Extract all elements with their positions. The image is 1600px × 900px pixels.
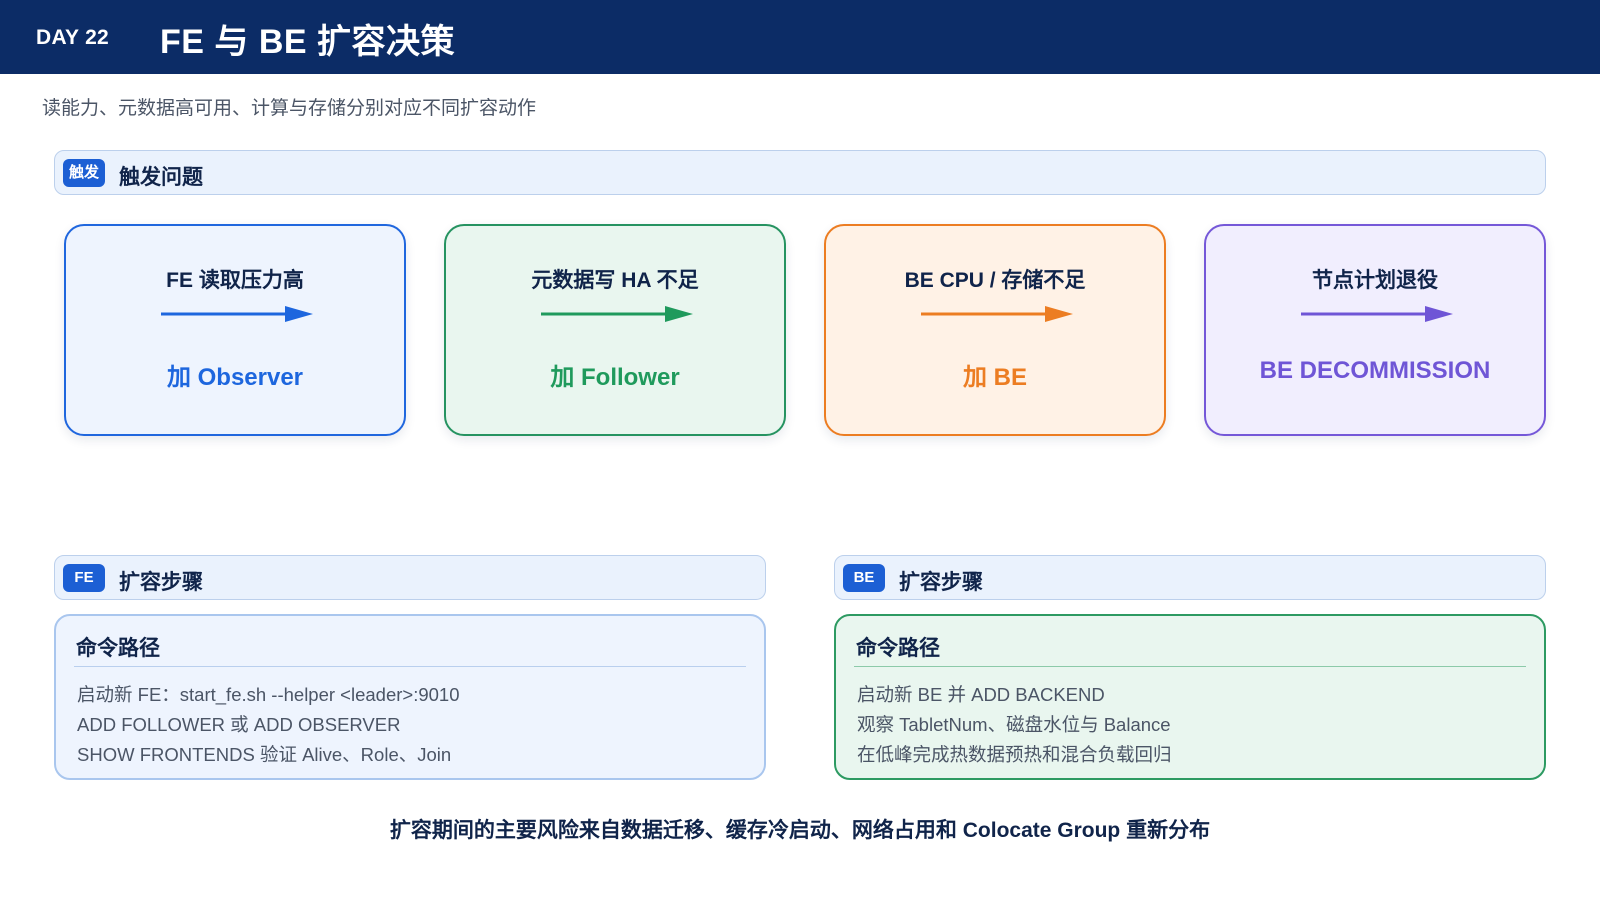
- card-fe-read-pressure: FE 读取压力高 加 Observer: [64, 224, 406, 436]
- footer-note: 扩容期间的主要风险来自数据迁移、缓存冷启动、网络占用和 Colocate Gro…: [389, 819, 1211, 842]
- page-subtitle: 读能力、元数据高可用、计算与存储分别对应不同扩容动作: [42, 98, 537, 119]
- card-be-cpu-storage: BE CPU / 存储不足 加 BE: [824, 224, 1166, 436]
- page-title: FE 与 BE 扩容决策: [160, 23, 456, 61]
- fe-tag: FE: [63, 564, 105, 592]
- panel-title: 命令路径: [76, 637, 160, 660]
- header-bar: DAY 22 FE 与 BE 扩容决策: [0, 0, 1600, 74]
- arrow-right-icon: [541, 306, 693, 322]
- card-title: BE CPU / 存储不足: [904, 269, 1086, 292]
- step-item: 启动新 BE 并 ADD BACKEND: [857, 684, 1105, 705]
- card-action: 加 Observer: [166, 364, 304, 391]
- card-action: BE DECOMMISSION: [1259, 357, 1491, 384]
- be-section-header: BE 扩容步骤: [834, 555, 1546, 600]
- day-label: DAY 22: [36, 26, 110, 49]
- be-command-panel: 命令路径 启动新 BE 并 ADD BACKEND 观察 TabletNum、磁…: [834, 614, 1546, 780]
- step-item: 观察 TabletNum、磁盘水位与 Balance: [857, 714, 1171, 735]
- fe-section-label: 扩容步骤: [119, 571, 203, 594]
- card-node-retire: 节点计划退役 BE DECOMMISSION: [1204, 224, 1546, 436]
- step-item: 在低峰完成热数据预热和混合负载回归: [857, 744, 1172, 765]
- panel-title: 命令路径: [856, 637, 940, 660]
- fe-command-panel: 命令路径 启动新 FE：start_fe.sh --helper <leader…: [54, 614, 766, 780]
- trigger-section-header: 触发 触发问题: [54, 150, 1546, 195]
- card-title: 元数据写 HA 不足: [531, 269, 699, 292]
- divider: [854, 666, 1526, 667]
- trigger-tag: 触发: [63, 159, 106, 187]
- fe-section-header: FE 扩容步骤: [54, 555, 766, 600]
- card-title: 节点计划退役: [1312, 269, 1438, 292]
- trigger-section-label: 触发问题: [119, 166, 203, 189]
- arrow-right-icon: [161, 306, 313, 322]
- step-item: SHOW FRONTENDS 验证 Alive、Role、Join: [77, 744, 452, 765]
- be-section-label: 扩容步骤: [899, 571, 983, 594]
- card-metadata-ha: 元数据写 HA 不足 加 Follower: [444, 224, 786, 436]
- be-step-list: 启动新 BE 并 ADD BACKEND 观察 TabletNum、磁盘水位与 …: [857, 680, 1172, 770]
- be-tag: BE: [843, 564, 885, 592]
- card-title: FE 读取压力高: [166, 269, 304, 292]
- card-action: 加 BE: [962, 364, 1027, 391]
- fe-step-list: 启动新 FE：start_fe.sh --helper <leader>:901…: [77, 680, 460, 770]
- divider: [74, 666, 746, 667]
- card-action: 加 Follower: [550, 364, 680, 391]
- step-item: ADD FOLLOWER 或 ADD OBSERVER: [77, 714, 401, 735]
- arrow-right-icon: [1301, 306, 1453, 322]
- arrow-right-icon: [921, 306, 1073, 322]
- step-item: 启动新 FE：start_fe.sh --helper <leader>:901…: [77, 684, 460, 705]
